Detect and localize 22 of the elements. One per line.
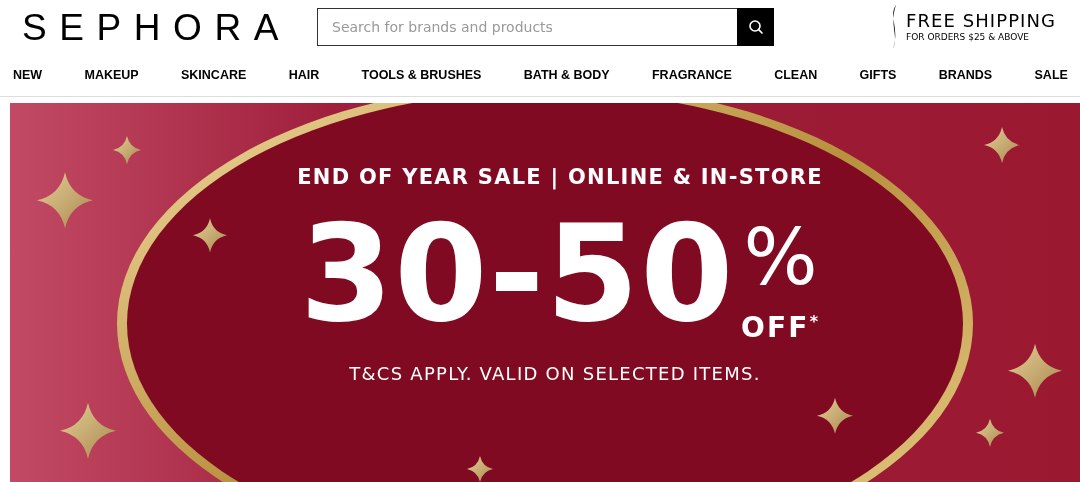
nav-link[interactable]: TOOLS & BRUSHES — [361, 68, 482, 82]
discount-text: 30-50 — [299, 199, 735, 349]
terms-text: T&CS APPLY. VALID ON SELECTED ITEMS. — [349, 363, 761, 384]
shipping-title: FREE SHIPPING — [906, 11, 1057, 31]
logo[interactable]: SEPHORA — [22, 8, 317, 46]
shipping-subtitle: FOR ORDERS $25 & ABOVE — [906, 31, 1031, 43]
off-text: OFF$^{*}$ — [740, 310, 821, 346]
nav-link[interactable]: SALE — [1034, 68, 1068, 82]
nav-link[interactable]: CLEAN — [774, 68, 818, 82]
nav-link[interactable]: BRANDS — [938, 68, 993, 82]
nav-link[interactable]: HAIR — [288, 68, 320, 82]
nav-link[interactable]: SKINCARE — [181, 68, 247, 82]
nav-link[interactable]: GIFTS — [859, 68, 897, 82]
search-button[interactable] — [737, 8, 774, 46]
nav-link[interactable]: BATH & BODY — [523, 68, 610, 82]
nav-link[interactable]: NEW — [13, 68, 43, 82]
search-icon — [747, 19, 764, 35]
nav-link[interactable]: FRAGRANCE — [652, 68, 732, 82]
search-field[interactable]: Search for brands and products — [317, 8, 737, 46]
nav-link[interactable]: MAKEUP — [84, 68, 139, 82]
percent-sign: % — [743, 217, 818, 297]
headline: END OF YEAR SALE | ONLINE & IN-STORE — [297, 165, 823, 189]
